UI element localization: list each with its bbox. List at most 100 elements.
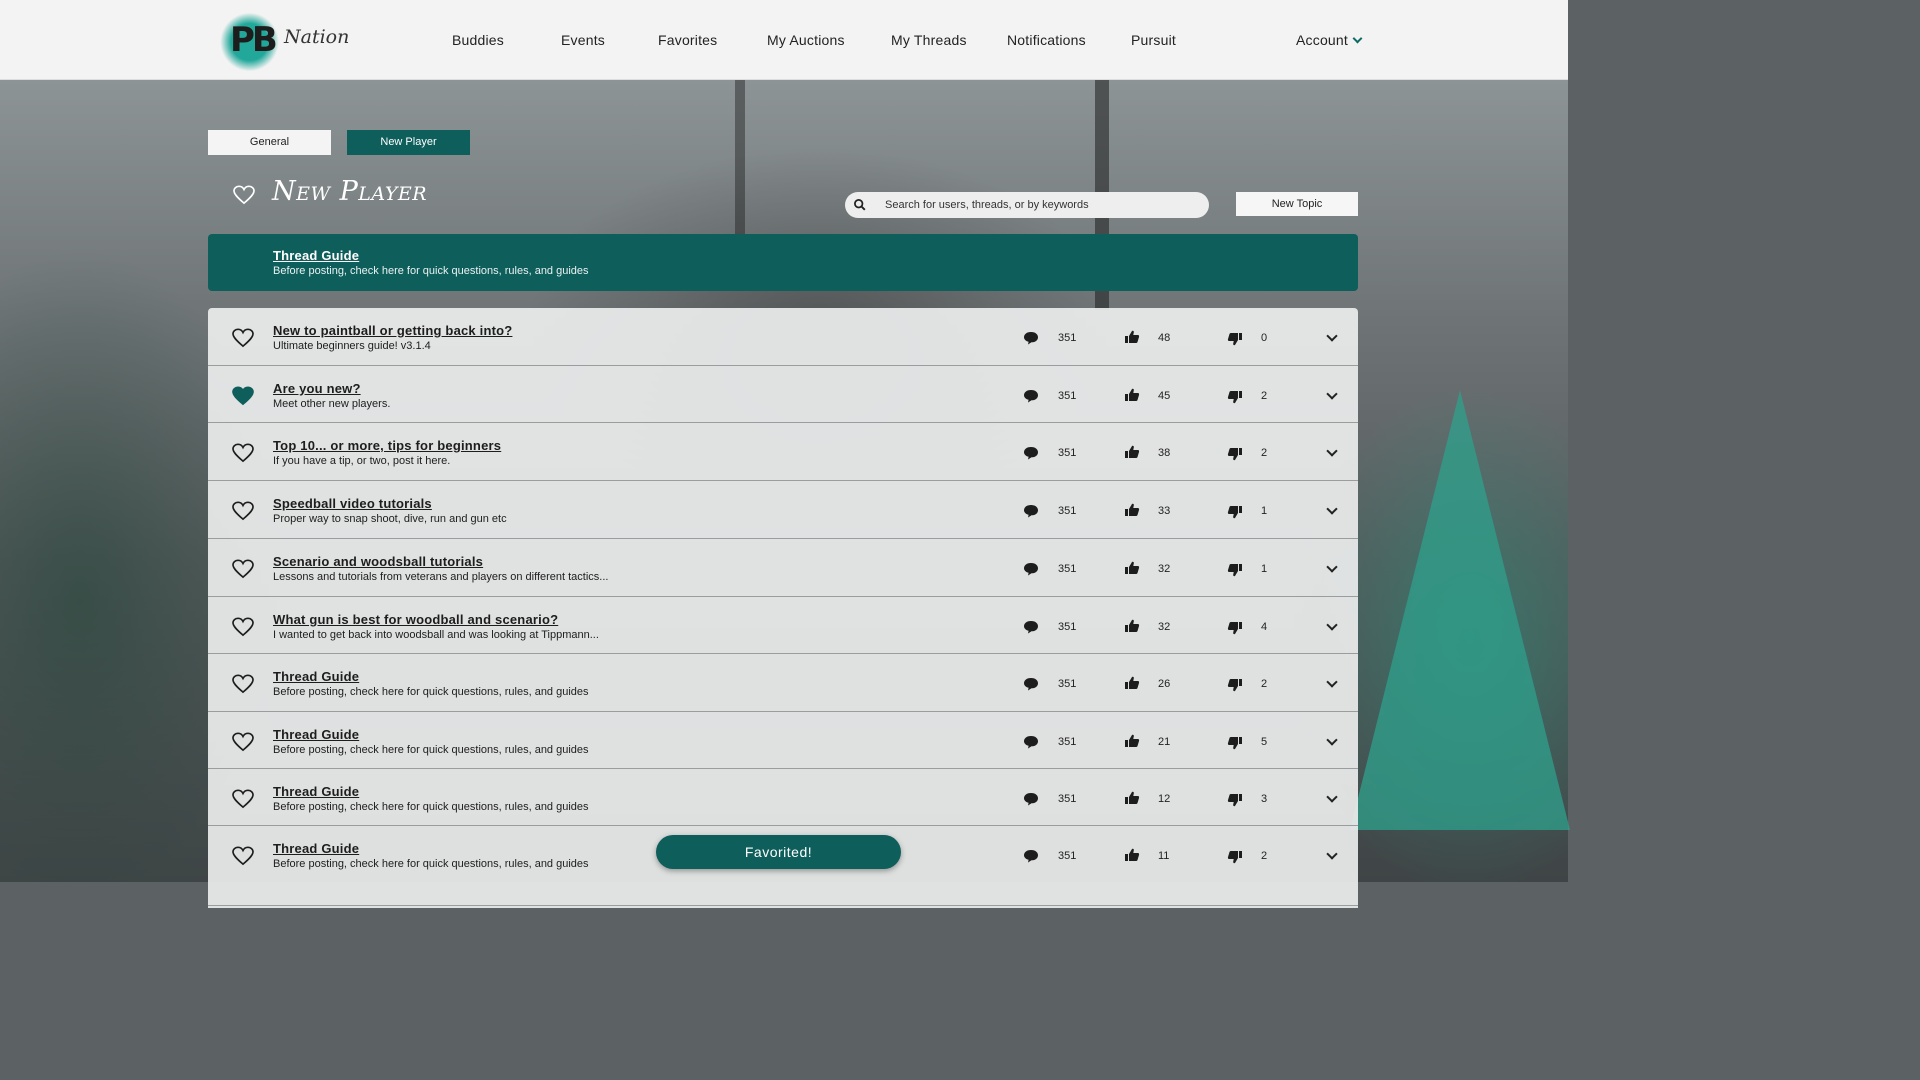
nav-events[interactable]: Events: [561, 32, 605, 48]
chevron-down-icon[interactable]: [1326, 388, 1338, 400]
comment-count: 351: [1058, 850, 1077, 862]
thread-row[interactable]: New to paintball or getting back into? Ul…: [208, 308, 1358, 366]
favorite-heart-icon[interactable]: [232, 789, 254, 809]
thumbs-up-icon[interactable]: [1124, 847, 1140, 863]
chevron-down-icon[interactable]: [1326, 561, 1338, 573]
favorite-heart-icon[interactable]: [232, 674, 254, 694]
thumbs-up-icon[interactable]: [1124, 790, 1140, 806]
thumbs-up-icon[interactable]: [1124, 733, 1140, 749]
thumbs-down-icon[interactable]: [1227, 849, 1243, 865]
new-topic-button[interactable]: New Topic: [1236, 192, 1358, 216]
thumbs-down-icon[interactable]: [1227, 389, 1243, 405]
thumbs-up-icon[interactable]: [1124, 675, 1140, 691]
favorite-heart-icon[interactable]: [232, 501, 254, 521]
search-input[interactable]: [885, 192, 1195, 218]
thread-subtitle: Before posting, check here for quick que…: [273, 858, 589, 870]
thread-title[interactable]: Scenario and woodsball tutorials: [273, 554, 483, 569]
comment-count: 351: [1058, 505, 1077, 517]
thumbs-up-icon[interactable]: [1124, 560, 1140, 576]
favorite-heart-icon[interactable]: [232, 443, 254, 463]
thumbs-down-icon[interactable]: [1227, 446, 1243, 462]
thread-row[interactable]: Thread Guide Before posting, check here f…: [208, 654, 1358, 712]
chevron-down-icon[interactable]: [1326, 848, 1338, 860]
thread-subtitle: Ultimate beginners guide! v3.1.4: [273, 340, 431, 352]
chevron-down-icon[interactable]: [1326, 791, 1338, 803]
thread-subtitle: Before posting, check here for quick que…: [273, 686, 589, 698]
comment-icon: [1023, 503, 1039, 519]
pinned-thread-guide[interactable]: Thread Guide Before posting, check here …: [208, 234, 1358, 291]
thread-title[interactable]: Thread Guide: [273, 841, 359, 856]
favorite-heart-icon[interactable]: [232, 559, 254, 579]
thread-subtitle: Meet other new players.: [273, 398, 391, 410]
nav-my-threads[interactable]: My Threads: [891, 32, 967, 48]
like-count: 38: [1158, 447, 1171, 459]
chevron-down-icon[interactable]: [1326, 734, 1338, 746]
thread-list: New to paintball or getting back into? Ul…: [208, 308, 1358, 908]
pinned-title[interactable]: Thread Guide: [273, 248, 359, 263]
thread-row[interactable]: Speedball video tutorials Proper way to s…: [208, 481, 1358, 539]
thumbs-up-icon[interactable]: [1124, 329, 1140, 345]
thumbs-up-icon[interactable]: [1124, 387, 1140, 403]
thumbs-down-icon[interactable]: [1227, 504, 1243, 520]
comment-icon: [1023, 676, 1039, 692]
thumbs-down-icon[interactable]: [1227, 735, 1243, 751]
nav-buddies[interactable]: Buddies: [452, 32, 504, 48]
nav-pursuit[interactable]: Pursuit: [1131, 32, 1176, 48]
like-count: 48: [1158, 332, 1171, 344]
thread-title[interactable]: Thread Guide: [273, 669, 359, 684]
chevron-down-icon[interactable]: [1326, 503, 1338, 515]
favorite-heart-icon[interactable]: [232, 732, 254, 752]
chevron-down-icon[interactable]: [1326, 676, 1338, 688]
chevron-down-icon[interactable]: [1326, 445, 1338, 457]
thumbs-down-icon[interactable]: [1227, 620, 1243, 636]
favorite-heart-icon[interactable]: [232, 386, 254, 406]
like-count: 26: [1158, 678, 1171, 690]
thread-row[interactable]: Thread Guide Before posting, check here f…: [208, 712, 1358, 769]
nav-favorites[interactable]: Favorites: [658, 32, 717, 48]
favorite-heart-icon[interactable]: [232, 846, 254, 866]
thread-row[interactable]: Scenario and woodsball tutorials Lessons …: [208, 539, 1358, 597]
favorite-heart-icon[interactable]: [232, 617, 254, 637]
thumbs-down-icon[interactable]: [1227, 677, 1243, 693]
comment-icon: [1023, 330, 1039, 346]
comment-count: 351: [1058, 621, 1077, 633]
pinned-subtitle: Before posting, check here for quick que…: [273, 265, 589, 277]
account-menu[interactable]: Account: [1296, 32, 1363, 48]
chevron-down-icon[interactable]: [1326, 330, 1338, 342]
favorite-heart-icon[interactable]: [233, 185, 255, 205]
thumbs-up-icon[interactable]: [1124, 618, 1140, 634]
thread-title[interactable]: Thread Guide: [273, 727, 359, 742]
thumbs-down-icon[interactable]: [1227, 331, 1243, 347]
comment-count: 351: [1058, 332, 1077, 344]
tab-new-player[interactable]: New Player: [347, 130, 470, 155]
search-bar[interactable]: [845, 192, 1209, 218]
thread-title[interactable]: Speedball video tutorials: [273, 496, 432, 511]
chevron-down-icon[interactable]: [1326, 619, 1338, 631]
nav-my-auctions[interactable]: My Auctions: [767, 32, 845, 48]
tab-general[interactable]: General: [208, 130, 331, 155]
thread-row[interactable]: Thread Guide Before posting, check here f…: [208, 769, 1358, 826]
thread-title[interactable]: Are you new?: [273, 381, 361, 396]
thread-row[interactable]: Are you new? Meet other new players. 351 45…: [208, 366, 1358, 423]
thumbs-up-icon[interactable]: [1124, 502, 1140, 518]
like-count: 21: [1158, 736, 1171, 748]
thread-row[interactable]: Top 10... or more, tips for beginners If …: [208, 423, 1358, 481]
nav-notifications[interactable]: Notifications: [1007, 32, 1086, 48]
chevron-down-icon: [1352, 33, 1363, 44]
like-count: 32: [1158, 621, 1171, 633]
comment-count: 351: [1058, 390, 1077, 402]
favorite-heart-icon[interactable]: [232, 328, 254, 348]
thread-subtitle: Lessons and tutorials from veterans and …: [273, 571, 609, 583]
thread-title[interactable]: Thread Guide: [273, 784, 359, 799]
thumbs-up-icon[interactable]: [1124, 444, 1140, 460]
dislike-count: 2: [1261, 850, 1268, 862]
thread-title[interactable]: What gun is best for woodball and scenar…: [273, 612, 558, 627]
comment-icon: [1023, 734, 1039, 750]
thumbs-down-icon[interactable]: [1227, 562, 1243, 578]
thread-row[interactable]: What gun is best for woodball and scenar…: [208, 597, 1358, 654]
thread-title[interactable]: New to paintball or getting back into?: [273, 323, 512, 338]
thread-title[interactable]: Top 10... or more, tips for beginners: [273, 438, 501, 453]
page-title: New Player: [272, 176, 428, 207]
thumbs-down-icon[interactable]: [1227, 792, 1243, 808]
thread-subtitle: Before posting, check here for quick que…: [273, 744, 589, 756]
